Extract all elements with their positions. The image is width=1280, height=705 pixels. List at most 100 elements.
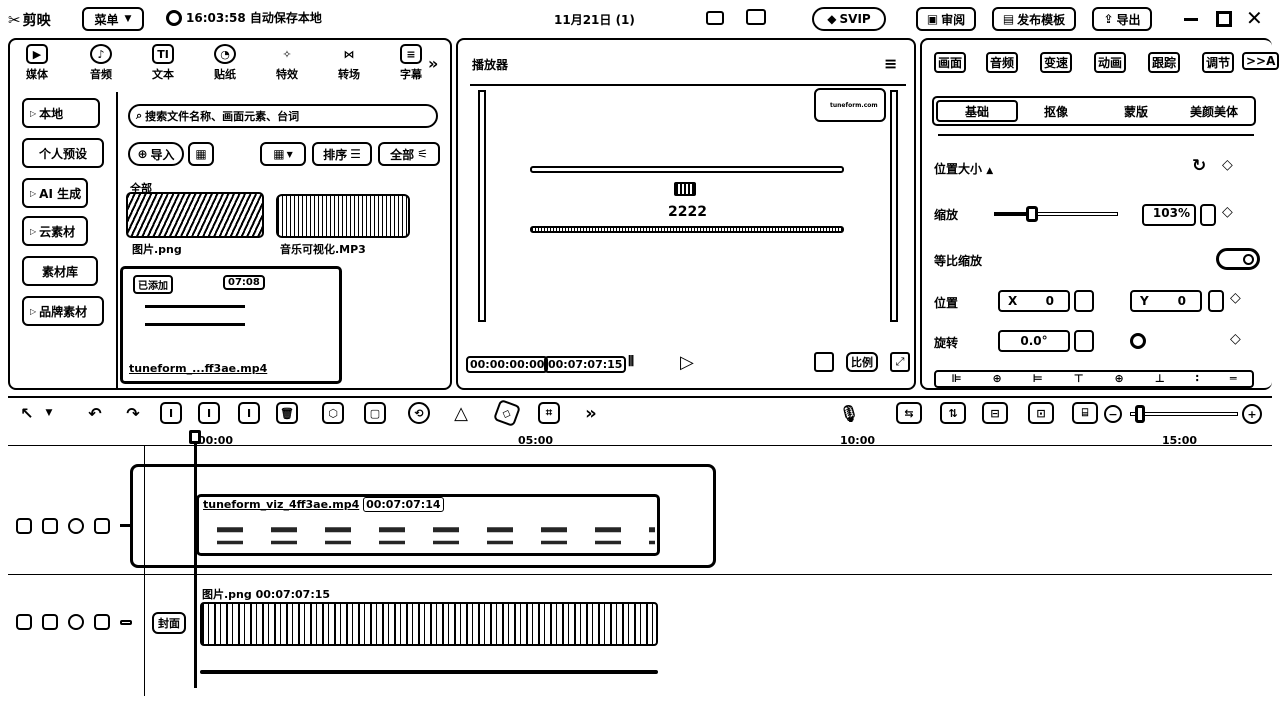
zoom-slider[interactable] bbox=[1130, 405, 1238, 423]
tab-audio[interactable]: ♪ 音频 bbox=[90, 44, 112, 82]
tab-animation[interactable]: 动画 bbox=[1094, 52, 1127, 73]
auto-snap-icon[interactable]: ⇅ bbox=[940, 402, 966, 424]
grid-icon[interactable]: ▦ bbox=[188, 142, 214, 166]
view-mode-button[interactable]: ▦ ▼ bbox=[260, 142, 306, 166]
tab-media[interactable]: ▶ 媒体 bbox=[26, 44, 48, 82]
tab-captions[interactable]: ≡ 字幕 bbox=[400, 44, 422, 82]
svip-button[interactable]: ◆ SVIP bbox=[812, 7, 886, 31]
linkage-icon[interactable]: ⊟ bbox=[982, 402, 1008, 424]
delete-icon[interactable]: 🗑 bbox=[276, 402, 298, 424]
tab-text[interactable]: TI 文本 bbox=[152, 44, 174, 82]
split-icon[interactable]: I bbox=[160, 402, 182, 424]
maximize-icon[interactable] bbox=[1216, 11, 1232, 27]
reset-icon[interactable]: ↻ bbox=[1192, 156, 1206, 176]
scale-slider[interactable] bbox=[994, 206, 1118, 222]
sidebar-item-ai[interactable]: ▷ AI 生成 bbox=[22, 178, 88, 208]
ratio-button[interactable]: 比例 bbox=[846, 352, 878, 372]
x-input[interactable]: X0 bbox=[998, 290, 1070, 312]
play-button[interactable]: ▷ bbox=[680, 352, 694, 373]
media-item[interactable] bbox=[126, 192, 264, 238]
review-button[interactable]: ▣ 审阅 bbox=[916, 7, 976, 31]
rotate-dial-icon[interactable] bbox=[1130, 333, 1146, 349]
marker-icon[interactable]: ⬡ bbox=[322, 402, 344, 424]
lock-icon[interactable] bbox=[42, 518, 58, 534]
scale-input[interactable]: 103% bbox=[1142, 204, 1196, 226]
close-icon[interactable]: ✕ bbox=[1246, 6, 1263, 30]
y-stepper[interactable] bbox=[1208, 290, 1224, 312]
align-center-h-icon[interactable]: ⊕ bbox=[992, 372, 1001, 386]
keyframe-icon[interactable]: ◇ bbox=[1222, 204, 1233, 220]
player-menu-icon[interactable]: ≡ bbox=[884, 54, 897, 73]
keyframe-icon[interactable]: ◇ bbox=[1230, 290, 1241, 306]
subtab-cutout[interactable]: 抠像 bbox=[1044, 103, 1068, 120]
align-right-icon[interactable]: ⊨ bbox=[1033, 372, 1043, 386]
fullscreen-icon[interactable]: ⤢ bbox=[890, 352, 910, 372]
distribute-icon[interactable]: ∶ bbox=[1196, 372, 1199, 386]
crop-icon[interactable]: ⌗ bbox=[538, 402, 560, 424]
chevron-down-icon[interactable]: ▼ bbox=[38, 402, 60, 424]
publish-template-button[interactable]: ▤ 发布模板 bbox=[992, 7, 1076, 31]
eye-icon[interactable] bbox=[68, 518, 84, 534]
video-clip[interactable]: tuneform_viz_4ff3ae.mp4 00:07:07:14 bbox=[196, 494, 660, 556]
rotation-input[interactable]: 0.0° bbox=[998, 330, 1070, 352]
image-clip[interactable]: 图片.png 00:07:07:15 bbox=[196, 584, 660, 680]
zoom-in-icon[interactable]: + bbox=[1242, 404, 1262, 424]
track-video-icon[interactable] bbox=[16, 518, 32, 534]
filter-button[interactable]: 全部 ⚟ bbox=[378, 142, 440, 166]
scale-stepper[interactable] bbox=[1200, 204, 1216, 226]
speaker-icon[interactable] bbox=[94, 614, 110, 630]
search-input[interactable]: ⌕ 搜索文件名称、画面元素、台词 bbox=[128, 104, 438, 128]
tab-picture[interactable]: 画面 bbox=[934, 52, 967, 73]
tab-more[interactable]: >>A bbox=[1242, 52, 1280, 70]
import-button[interactable]: ⊕ 导入 bbox=[128, 142, 184, 166]
rotation-stepper[interactable] bbox=[1074, 330, 1094, 352]
minimize-icon[interactable] bbox=[1184, 18, 1198, 21]
sidebar-item-cloud[interactable]: ▷ 云素材 bbox=[22, 216, 88, 246]
tab-speed[interactable]: 变速 bbox=[1040, 52, 1073, 73]
split-right-icon[interactable]: I bbox=[238, 402, 260, 424]
redo-icon[interactable]: ↷ bbox=[122, 402, 144, 424]
distribute-v-icon[interactable]: ═ bbox=[1230, 372, 1237, 386]
crop-frame-icon[interactable]: ▢ bbox=[364, 402, 386, 424]
playhead[interactable] bbox=[194, 430, 197, 688]
layout-icon[interactable] bbox=[746, 9, 766, 25]
zoom-out-icon[interactable]: − bbox=[1104, 405, 1122, 423]
subtab-beauty[interactable]: 美颜美体 bbox=[1190, 103, 1238, 120]
project-title[interactable]: 11月21日 (1) bbox=[554, 11, 635, 28]
lock-icon[interactable] bbox=[42, 614, 58, 630]
track-video-icon[interactable] bbox=[16, 614, 32, 630]
keyframe-icon[interactable]: ◇ bbox=[1230, 331, 1241, 347]
align-left-icon[interactable]: ⊫ bbox=[951, 372, 961, 386]
scale-slider-handle[interactable] bbox=[1026, 206, 1039, 222]
reverse-icon[interactable]: ⟲ bbox=[408, 402, 430, 424]
playhead-handle[interactable] bbox=[189, 430, 201, 444]
fit-view-icon[interactable] bbox=[814, 352, 834, 372]
align-top-icon[interactable]: ⊤ bbox=[1074, 372, 1084, 386]
sidebar-item-local[interactable]: ▷ 本地 bbox=[22, 98, 100, 128]
select-tool-icon[interactable]: ↖ bbox=[16, 402, 38, 424]
mirror-icon[interactable]: △ bbox=[450, 402, 472, 424]
media-item[interactable] bbox=[276, 194, 410, 238]
tab-effects[interactable]: ✧ 特效 bbox=[276, 44, 298, 82]
x-stepper[interactable] bbox=[1074, 290, 1094, 312]
media-item-selected[interactable]: 已添加 07:08 tuneform_...ff3ae.mp4 bbox=[120, 266, 342, 384]
tab-sticker[interactable]: ◔ 贴纸 bbox=[214, 44, 236, 82]
shortcut-icon[interactable] bbox=[706, 11, 724, 25]
zoom-slider-handle[interactable] bbox=[1135, 405, 1146, 423]
sidebar-item-library[interactable]: 素材库 bbox=[22, 256, 98, 286]
undo-icon[interactable]: ↶ bbox=[84, 402, 106, 424]
eye-icon[interactable] bbox=[68, 614, 84, 630]
chevron-up-icon[interactable]: ▲ bbox=[986, 166, 993, 176]
tab-audio-props[interactable]: 音频 bbox=[986, 52, 1019, 73]
cover-button[interactable]: 封面 bbox=[152, 612, 186, 634]
tab-transition[interactable]: ⋈ 转场 bbox=[338, 44, 360, 82]
align-center-v-icon[interactable]: ⊕ bbox=[1115, 372, 1124, 386]
subtab-basic[interactable]: 基础 bbox=[936, 100, 1018, 122]
sidebar-item-brand[interactable]: ▷ 品牌素材 bbox=[22, 296, 104, 326]
y-input[interactable]: Y0 bbox=[1130, 290, 1202, 312]
preview-axis-icon[interactable]: ⊡ bbox=[1028, 402, 1054, 424]
sort-button[interactable]: 排序 ☰ bbox=[312, 142, 372, 166]
export-button[interactable]: ⇪ 导出 bbox=[1092, 7, 1152, 31]
split-left-icon[interactable]: I bbox=[198, 402, 220, 424]
sidebar-item-presets[interactable]: 个人预设 bbox=[22, 138, 104, 168]
